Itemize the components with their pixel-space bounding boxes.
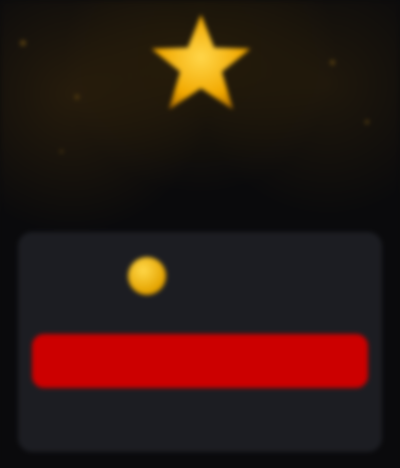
- sparkle-decoration: [60, 150, 63, 153]
- coin-icon: [128, 257, 166, 295]
- sparkle-decoration: [20, 40, 26, 46]
- claim-button[interactable]: [32, 334, 368, 388]
- sparkle-decoration: [75, 95, 79, 99]
- reward-screen: [0, 0, 400, 468]
- coin-balance: [128, 256, 308, 296]
- star-icon: [151, 14, 251, 110]
- sparkle-decoration: [330, 60, 335, 65]
- reward-card: [18, 232, 382, 452]
- sparkle-decoration: [365, 120, 369, 124]
